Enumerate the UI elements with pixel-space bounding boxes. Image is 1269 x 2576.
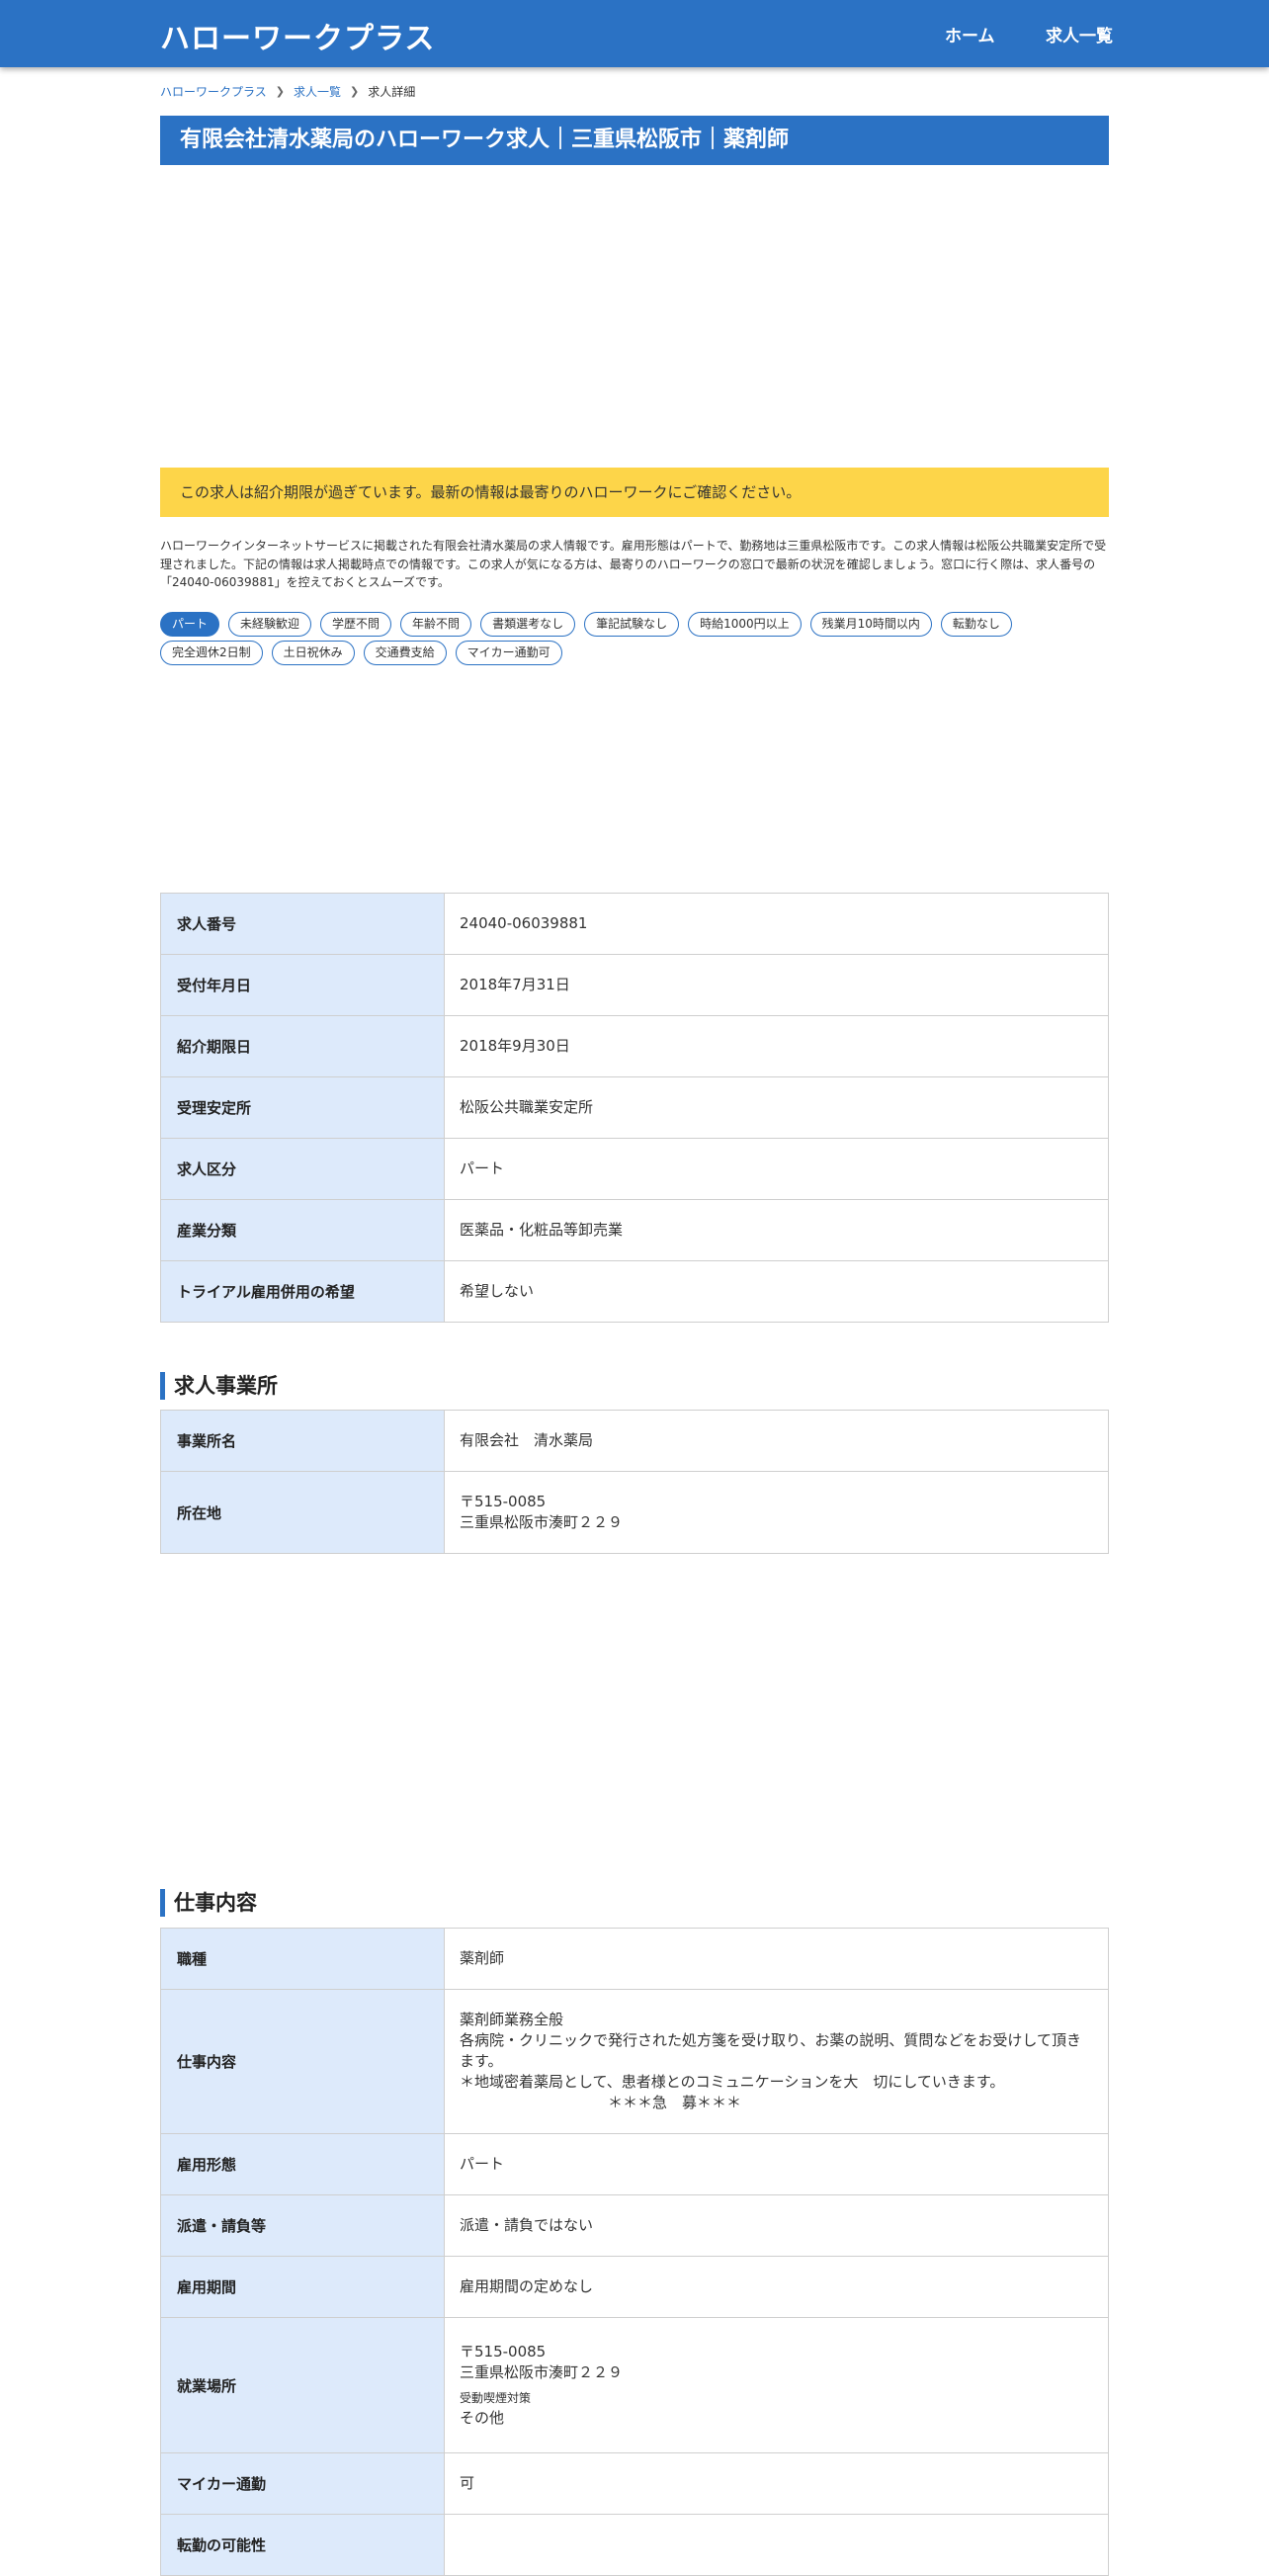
tag-car-commute-ok[interactable]: マイカー通勤可 (455, 641, 562, 665)
employment-period-value: 雇用期間の定めなし (444, 2256, 1109, 2318)
table-row: 雇用期間 雇用期間の定めなし (160, 2256, 1109, 2318)
tag-transport-allowance[interactable]: 交通費支給 (363, 641, 447, 665)
table-row: 雇用形態 パート (160, 2133, 1109, 2195)
smoking-policy-label: 受動喫煙対策 (460, 2390, 532, 2405)
breadcrumb-home-link[interactable]: ハローワークプラス (160, 83, 267, 100)
tag-education-not-required[interactable]: 学歴不問 (320, 612, 392, 637)
dispatch-value: 派遣・請負ではない (444, 2194, 1109, 2257)
occupation-value: 薬剤師 (444, 1928, 1109, 1990)
site-header: ハローワークプラス ホーム 求人一覧 (0, 0, 1269, 67)
row-value: 24040-06039881 (444, 893, 1109, 955)
chevron-right-icon: ❯ (275, 85, 285, 98)
nav-home-link[interactable]: ホーム (945, 22, 995, 46)
office-address: 〒515-0085 三重県松阪市湊町２２９ (444, 1471, 1109, 1554)
tag-hourly-1000[interactable]: 時給1000円以上 (688, 612, 802, 637)
row-label: マイカー通勤 (160, 2452, 445, 2515)
office-street-address: 三重県松阪市湊町２２９ (460, 1513, 624, 1531)
office-section-heading: 求人事業所 (160, 1372, 278, 1400)
job-content: 薬剤師業務全般 各病院・クリニックで発行された処方箋を受け取り、お薬の説明、質問… (444, 1989, 1109, 2134)
row-value: 松阪公共職業安定所 (444, 1076, 1109, 1139)
workplace-postal-code: 〒515-0085 (460, 2342, 547, 2361)
table-row: 仕事内容 薬剤師業務全般 各病院・クリニックで発行された処方箋を受け取り、お薬の… (160, 1989, 1109, 2134)
breadcrumb: ハローワークプラス ❯ 求人一覧 ❯ 求人詳細 (160, 83, 415, 100)
row-label: 転勤の可能性 (160, 2514, 445, 2576)
car-commute-value: 可 (444, 2452, 1109, 2515)
row-label: 仕事内容 (160, 1989, 445, 2134)
row-label: 職種 (160, 1928, 445, 1990)
job-content-line: ＊地域密着薬局として、患者様とのコミュニケーションを大 切にしていきます。 (460, 2073, 1005, 2091)
nav-job-list-link[interactable]: 求人一覧 (1046, 22, 1113, 46)
office-postal-code: 〒515-0085 (460, 1493, 547, 1510)
job-section-heading: 仕事内容 (160, 1889, 257, 1917)
table-row: 受理安定所 松阪公共職業安定所 (160, 1076, 1109, 1139)
tag-two-day-weekend[interactable]: 完全週休2日制 (160, 641, 263, 665)
row-label: 事業所名 (160, 1410, 445, 1472)
tag-no-transfer[interactable]: 転勤なし (940, 612, 1012, 637)
tag-no-document-screening[interactable]: 書類選考なし (480, 612, 576, 637)
row-label: トライアル雇用併用の希望 (160, 1260, 445, 1323)
row-label: 雇用形態 (160, 2133, 445, 2195)
job-table: 職種 薬剤師 仕事内容 薬剤師業務全般 各病院・クリニックで発行された処方箋を受… (160, 1928, 1109, 2576)
table-row: 転勤の可能性 (160, 2514, 1109, 2576)
smoking-policy-value: その他 (460, 2409, 505, 2428)
row-label: 求人区分 (160, 1138, 445, 1200)
row-label: 受付年月日 (160, 954, 445, 1016)
row-value: 2018年7月31日 (444, 954, 1109, 1016)
page-title: 有限会社清水薬局のハローワーク求人｜三重県松阪市｜薬剤師 (160, 116, 1109, 165)
row-label: 産業分類 (160, 1199, 445, 1261)
row-label: 受理安定所 (160, 1076, 445, 1139)
table-row: 就業場所 〒515-0085 三重県松阪市湊町２２９ 受動喫煙対策 その他 (160, 2317, 1109, 2453)
table-row: 職種 薬剤師 (160, 1928, 1109, 1990)
row-label: 雇用期間 (160, 2256, 445, 2318)
workplace-street-address: 三重県松阪市湊町２２９ (460, 2362, 624, 2381)
row-label: 就業場所 (160, 2317, 445, 2453)
tag-overtime-under-10h[interactable]: 残業月10時間以内 (809, 612, 932, 637)
expired-notice: この求人は紹介期限が過ぎています。最新の情報は最寄りのハローワークにご確認くださ… (160, 468, 1109, 517)
row-value: 希望しない (444, 1260, 1109, 1323)
tag-no-written-exam[interactable]: 筆記試験なし (584, 612, 680, 637)
row-value: 2018年9月30日 (444, 1015, 1109, 1077)
row-value: 医薬品・化粧品等卸売業 (444, 1199, 1109, 1261)
job-description-summary: ハローワークインターネットサービスに掲載された有限会社清水薬局の求人情報です。雇… (160, 539, 1107, 590)
row-value (444, 2514, 1109, 2576)
table-row: 派遣・請負等 派遣・請負ではない (160, 2194, 1109, 2257)
breadcrumb-current: 求人詳細 (368, 85, 416, 99)
breadcrumb-job-list-link[interactable]: 求人一覧 (294, 83, 341, 100)
job-content-line: 薬剤師業務全般 (460, 2011, 564, 2028)
site-logo[interactable]: ハローワークプラス (160, 14, 435, 57)
job-content-line: ＊＊＊急 募＊＊＊ (460, 2094, 742, 2111)
row-label: 求人番号 (160, 893, 445, 955)
row-label: 紹介期限日 (160, 1015, 445, 1077)
row-label: 所在地 (160, 1471, 445, 1554)
office-table: 事業所名 有限会社 清水薬局 所在地 〒515-0085 三重県松阪市湊町２２９ (160, 1410, 1109, 1554)
tag-inexperienced-welcome[interactable]: 未経験歓迎 (228, 612, 312, 637)
table-row: 事業所名 有限会社 清水薬局 (160, 1410, 1109, 1472)
job-content-line: 各病院・クリニックで発行された処方箋を受け取り、お薬の説明、質問などをお受けして… (460, 2031, 1081, 2070)
table-row: 所在地 〒515-0085 三重県松阪市湊町２２９ (160, 1471, 1109, 1554)
tag-weekend-holidays-off[interactable]: 土日祝休み (271, 641, 355, 665)
table-row: マイカー通勤 可 (160, 2452, 1109, 2515)
table-row: 求人番号 24040-06039881 (160, 893, 1109, 955)
chevron-right-icon: ❯ (350, 85, 360, 98)
office-name: 有限会社 清水薬局 (444, 1410, 1109, 1472)
feature-tags: パート 未経験歓迎 学歴不問 年齢不問 書類選考なし 筆記試験なし 時給1000… (160, 612, 1109, 669)
tag-age-not-required[interactable]: 年齢不問 (400, 612, 472, 637)
basic-info-table: 求人番号 24040-06039881 受付年月日 2018年7月31日 紹介期… (160, 893, 1109, 1323)
table-row: 受付年月日 2018年7月31日 (160, 954, 1109, 1016)
table-row: 求人区分 パート (160, 1138, 1109, 1200)
row-value: パート (444, 1138, 1109, 1200)
employment-type-value: パート (444, 2133, 1109, 2195)
row-label: 派遣・請負等 (160, 2194, 445, 2257)
table-row: 産業分類 医薬品・化粧品等卸売業 (160, 1199, 1109, 1261)
table-row: トライアル雇用併用の希望 希望しない (160, 1260, 1109, 1323)
workplace-value: 〒515-0085 三重県松阪市湊町２２９ 受動喫煙対策 その他 (444, 2317, 1109, 2453)
table-row: 紹介期限日 2018年9月30日 (160, 1015, 1109, 1077)
tag-part-time[interactable]: パート (160, 612, 220, 637)
